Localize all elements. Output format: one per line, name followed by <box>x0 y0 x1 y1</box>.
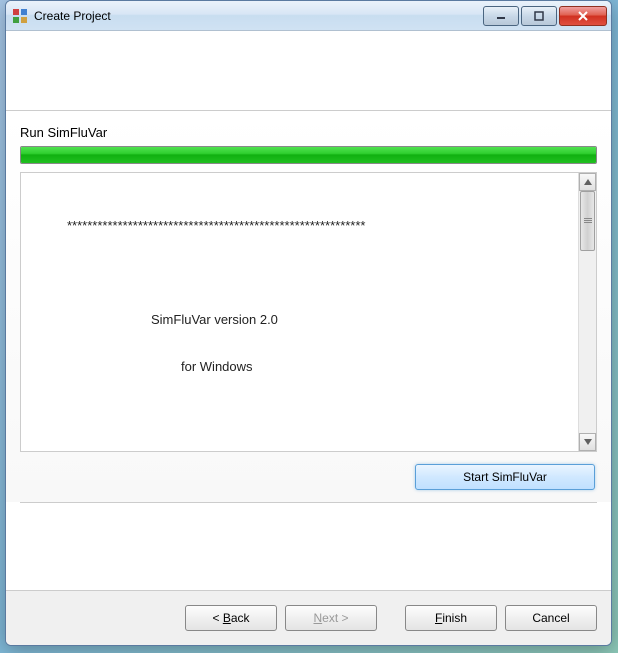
app-icon <box>12 8 28 24</box>
scroll-thumb[interactable] <box>580 191 595 251</box>
back-button[interactable]: < Back <box>185 605 277 631</box>
maximize-button[interactable] <box>521 6 557 26</box>
wizard-header <box>6 31 611 111</box>
next-button: Next > <box>285 605 377 631</box>
start-button-row: Start SimFluVar <box>20 452 597 502</box>
progress-bar-fill <box>21 147 596 163</box>
window-controls <box>481 6 607 26</box>
cancel-button[interactable]: Cancel <box>505 605 597 631</box>
separator-line: ****************************************… <box>31 214 568 237</box>
window-title: Create Project <box>34 9 481 23</box>
app-name-line: SimFluVar version 2.0 <box>31 308 568 331</box>
output-text: ****************************************… <box>21 173 578 451</box>
finish-button[interactable]: Finish <box>405 605 497 631</box>
wizard-content: Run SimFluVar **************************… <box>6 111 611 502</box>
platform-line: for Windows <box>31 355 568 378</box>
progress-bar-container <box>20 146 597 164</box>
scroll-up-arrow-icon[interactable] <box>579 173 596 191</box>
minimize-button[interactable] <box>483 6 519 26</box>
separator-line <box>20 502 597 503</box>
start-simfluvar-button[interactable]: Start SimFluVar <box>415 464 595 490</box>
titlebar[interactable]: Create Project <box>6 1 611 31</box>
close-button[interactable] <box>559 6 607 26</box>
scroll-down-arrow-icon[interactable] <box>579 433 596 451</box>
output-panel: ****************************************… <box>20 172 597 452</box>
wizard-footer: < Back Next > Finish Cancel <box>6 590 611 645</box>
dialog-window: Create Project Run SimFluVar ***********… <box>5 0 612 646</box>
section-label: Run SimFluVar <box>20 125 597 140</box>
copyright-line: Copyright(c) 2013 by KISTI & LCBB. All R… <box>31 448 568 451</box>
vertical-scrollbar[interactable] <box>578 173 596 451</box>
